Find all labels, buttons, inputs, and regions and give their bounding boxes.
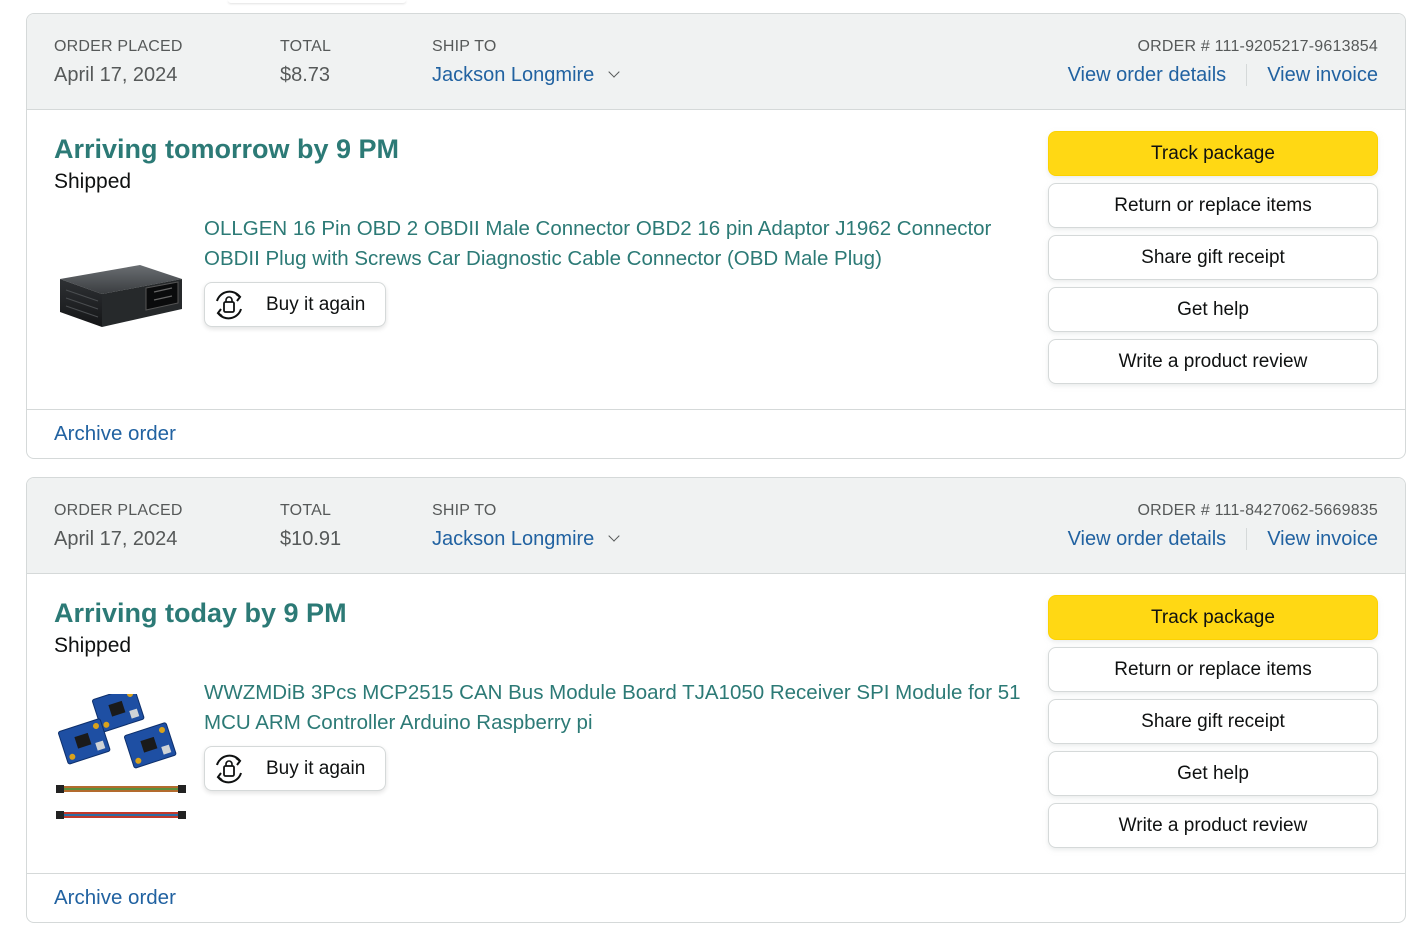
share-gift-receipt-button[interactable]: Share gift receipt — [1048, 235, 1378, 280]
link-divider — [1246, 64, 1248, 86]
shipment-status: Shipped — [54, 170, 132, 193]
view-order-details-link[interactable]: View order details — [1068, 63, 1227, 87]
ship-to-column: SHIP TO Jackson Longmire — [432, 501, 620, 551]
track-package-button[interactable]: Track package — [1048, 595, 1378, 640]
order-number-column: ORDER # 111-8427062-5669835 View order d… — [1068, 501, 1378, 551]
order-total-column: TOTAL $8.73 — [280, 37, 331, 87]
view-invoice-link[interactable]: View invoice — [1267, 527, 1378, 551]
order-total-value: $10.91 — [280, 528, 342, 550]
chevron-down-icon[interactable] — [608, 66, 620, 78]
order-total-column: TOTAL $10.91 — [280, 501, 341, 551]
shipment-status: Shipped — [54, 634, 132, 657]
write-review-button[interactable]: Write a product review — [1048, 803, 1378, 848]
order-links: View order details View invoice — [1068, 63, 1378, 87]
archive-order-link[interactable]: Archive order — [54, 886, 176, 910]
order-links: View order details View invoice — [1068, 527, 1378, 551]
ship-to-dropdown[interactable]: Jackson Longmire — [432, 527, 620, 551]
order-total-value: $8.73 — [280, 64, 331, 86]
ship-to-name[interactable]: Jackson Longmire — [432, 63, 594, 87]
buy-it-again-label[interactable]: Buy it again — [266, 294, 365, 316]
order-number: ORDER # 111-8427062-5669835 — [1137, 502, 1378, 519]
ship-to-label: SHIP TO — [432, 38, 497, 55]
ship-to-column: SHIP TO Jackson Longmire — [432, 37, 620, 87]
track-package-button[interactable]: Track package — [1048, 131, 1378, 176]
order-placed-column: ORDER PLACED April 17, 2024 — [54, 37, 183, 87]
order-body: Arriving today by 9 PM Shipped WWZMDiB 3… — [27, 574, 1405, 874]
order-card: ORDER PLACED April 17, 2024 TOTAL $10.91… — [26, 477, 1406, 923]
buy-again-cycle-icon — [216, 290, 242, 319]
buy-it-again-label[interactable]: Buy it again — [266, 758, 365, 780]
order-body: Arriving tomorrow by 9 PM Shipped OLLGEN… — [27, 110, 1405, 410]
get-help-button[interactable]: Get help — [1048, 751, 1378, 796]
order-placed-label: ORDER PLACED — [54, 38, 183, 55]
ship-to-label: SHIP TO — [432, 502, 497, 519]
ship-to-dropdown[interactable]: Jackson Longmire — [432, 63, 620, 87]
link-divider — [1246, 528, 1248, 550]
order-number-column: ORDER # 111-9205217-9613854 View order d… — [1068, 37, 1378, 87]
chevron-down-icon[interactable] — [608, 530, 620, 542]
order-placed-column: ORDER PLACED April 17, 2024 — [54, 501, 183, 551]
share-gift-receipt-button[interactable]: Share gift receipt — [1048, 699, 1378, 744]
product-image-can-bus-modules[interactable] — [54, 694, 188, 828]
buy-it-again-button[interactable]: Buy it again — [204, 282, 386, 327]
order-header: ORDER PLACED April 17, 2024 TOTAL $8.73 … — [27, 14, 1405, 110]
view-order-details-link[interactable]: View order details — [1068, 527, 1227, 551]
order-footer: Archive order — [27, 874, 1405, 922]
order-total-label: TOTAL — [280, 38, 332, 55]
product-image-obd-connector[interactable] — [54, 230, 188, 364]
return-replace-button[interactable]: Return or replace items — [1048, 647, 1378, 692]
order-actions: Track package Return or replace items Sh… — [1048, 595, 1378, 855]
order-card: ORDER PLACED April 17, 2024 TOTAL $8.73 … — [26, 13, 1406, 459]
order-total-label: TOTAL — [280, 502, 332, 519]
get-help-button[interactable]: Get help — [1048, 287, 1378, 332]
order-actions: Track package Return or replace items Sh… — [1048, 131, 1378, 391]
arrival-status-heading: Arriving tomorrow by 9 PM — [54, 134, 400, 164]
arrival-status-heading: Arriving today by 9 PM — [54, 598, 347, 628]
order-footer: Archive order — [27, 410, 1405, 458]
order-placed-date: April 17, 2024 — [54, 64, 178, 86]
top-tab-sliver — [228, 0, 406, 3]
view-invoice-link[interactable]: View invoice — [1267, 63, 1378, 87]
ship-to-name[interactable]: Jackson Longmire — [432, 527, 594, 551]
order-number: ORDER # 111-9205217-9613854 — [1137, 38, 1378, 55]
buy-again-cycle-icon — [216, 754, 242, 783]
buy-it-again-button[interactable]: Buy it again — [204, 746, 386, 791]
order-placed-date: April 17, 2024 — [54, 528, 178, 550]
product-title-link[interactable]: OLLGEN 16 Pin OBD 2 OBDII Male Connector… — [204, 214, 1024, 274]
product-title-link[interactable]: WWZMDiB 3Pcs MCP2515 CAN Bus Module Boar… — [204, 678, 1024, 738]
archive-order-link[interactable]: Archive order — [54, 422, 176, 446]
order-placed-label: ORDER PLACED — [54, 502, 183, 519]
return-replace-button[interactable]: Return or replace items — [1048, 183, 1378, 228]
write-review-button[interactable]: Write a product review — [1048, 339, 1378, 384]
order-header: ORDER PLACED April 17, 2024 TOTAL $10.91… — [27, 478, 1405, 574]
